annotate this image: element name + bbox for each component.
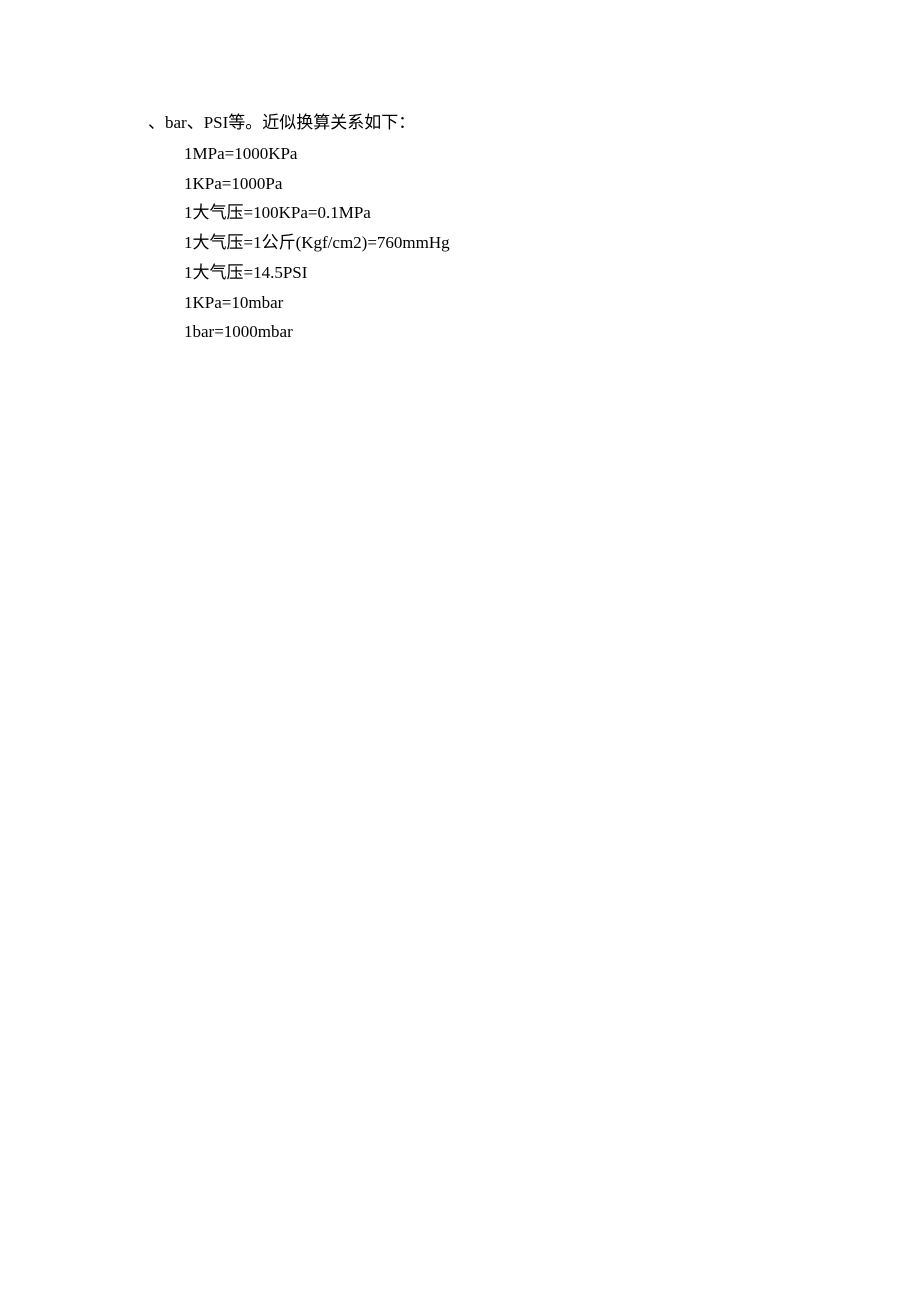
conversion-line-3: 1大气压=100KPa=0.1MPa	[148, 198, 920, 228]
header-line: 、bar、PSI等。近似换算关系如下：	[148, 108, 920, 138]
conversion-line-2: 1KPa=1000Pa	[148, 169, 920, 199]
conversion-line-5: 1大气压=14.5PSI	[148, 258, 920, 288]
conversion-line-7: 1bar=1000mbar	[148, 317, 920, 347]
conversion-line-1: 1MPa=1000KPa	[148, 139, 920, 169]
conversion-line-6: 1KPa=10mbar	[148, 288, 920, 318]
conversion-line-4: 1大气压=1公斤(Kgf/cm2)=760mmHg	[148, 228, 920, 258]
